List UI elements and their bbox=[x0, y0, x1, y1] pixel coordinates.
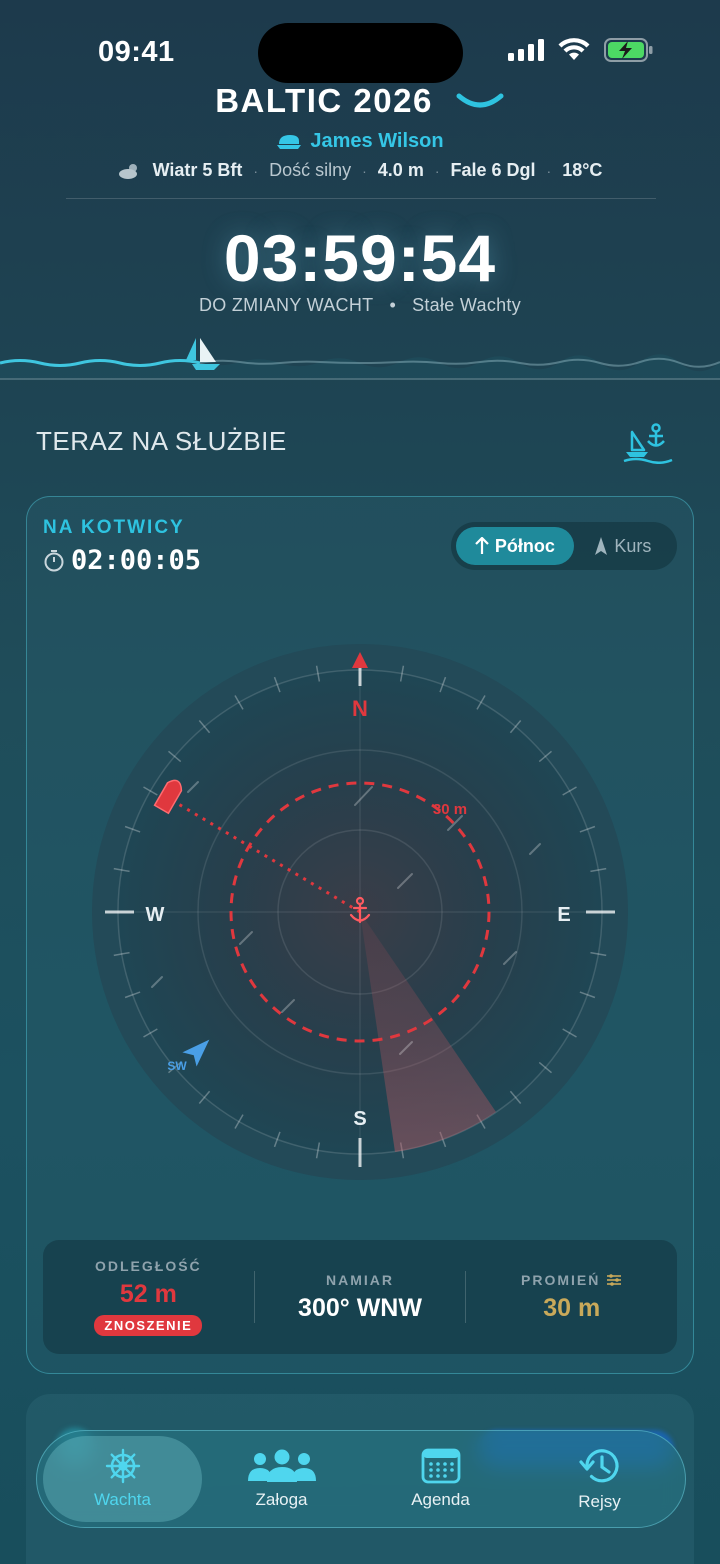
arrow-up-icon bbox=[475, 537, 489, 554]
chevron-down-icon bbox=[456, 93, 504, 108]
stat-distance-label: ODLEGŁOŚĆ bbox=[95, 1258, 202, 1274]
status-time: 09:41 bbox=[98, 36, 175, 68]
toggle-north[interactable]: Północ bbox=[456, 527, 574, 565]
countdown-label: DO ZMIANY WACHT bbox=[198, 295, 374, 315]
stat-distance-value: 52 m bbox=[119, 1280, 177, 1308]
orientation-toggle: Północ Kurs bbox=[451, 522, 677, 570]
stat-radius-value: 30 m bbox=[543, 1293, 601, 1322]
captain-row: James Wilson bbox=[0, 130, 720, 153]
signal-icon bbox=[508, 39, 544, 61]
separator-dot: • bbox=[389, 295, 397, 315]
section-title: TERAZ NA SŁUŻBIE bbox=[36, 426, 287, 456]
tab-wachta[interactable]: Wachta bbox=[43, 1436, 202, 1522]
trip-title: BALTIC 2026 bbox=[215, 82, 433, 119]
tab-rejsy[interactable]: Rejsy bbox=[520, 1436, 679, 1522]
captain-name: James Wilson bbox=[310, 130, 444, 152]
sea-wave-illustration bbox=[0, 338, 720, 380]
stat-bearing: NAMIAR 300° WNW bbox=[255, 1272, 466, 1323]
tab-agenda[interactable]: Agenda bbox=[361, 1436, 520, 1522]
stat-radius[interactable]: PROMIEŃ 30 m bbox=[466, 1272, 677, 1323]
course-arrow-icon bbox=[595, 537, 608, 555]
toggle-course[interactable]: Kurs bbox=[574, 527, 672, 565]
partly-cloudy-icon bbox=[118, 163, 137, 179]
anchor-status-label: NA KOTWICY bbox=[43, 517, 185, 538]
separator-dot: · bbox=[434, 162, 440, 179]
separator-dot: · bbox=[253, 162, 259, 179]
trip-selector[interactable]: BALTIC 2026 bbox=[0, 82, 720, 120]
anchor-elapsed: 02:00:05 bbox=[43, 545, 201, 576]
weather-temperature: 18°C bbox=[562, 160, 603, 180]
separator-dot: · bbox=[546, 162, 552, 179]
stat-bearing-value: 300° WNW bbox=[298, 1293, 422, 1322]
stat-bearing-label: NAMIAR bbox=[326, 1271, 394, 1288]
toggle-course-label: Kurs bbox=[614, 535, 652, 556]
tab-agenda-label: Agenda bbox=[411, 1490, 470, 1509]
toggle-north-label: Północ bbox=[494, 535, 555, 556]
weather-wind-desc: Dość silny bbox=[269, 160, 352, 180]
tab-rejsy-label: Rejsy bbox=[578, 1492, 621, 1511]
anchor-compass[interactable]: N E S W 30 m SW bbox=[90, 642, 630, 1182]
countdown-caption: DO ZMIANY WACHT • Stałe Wachty bbox=[0, 295, 720, 316]
tab-zaloga-label: Załoga bbox=[255, 1490, 308, 1509]
separator-dot: · bbox=[362, 162, 367, 179]
calendar-icon bbox=[421, 1448, 460, 1484]
status-icons bbox=[508, 38, 654, 62]
watch-mode: Stałe Wachty bbox=[412, 295, 522, 315]
tab-wachta-label: Wachta bbox=[93, 1490, 151, 1509]
wind-label: SW bbox=[167, 1059, 187, 1073]
tab-bar: Wachta Załoga Agenda Rejsy bbox=[36, 1430, 686, 1528]
weather-waves: Fale 6 Dgl bbox=[450, 160, 536, 180]
compass-n: N bbox=[352, 696, 368, 721]
ship-wheel-icon bbox=[105, 1448, 140, 1484]
compass-w: W bbox=[146, 904, 165, 926]
watch-countdown: 03:59:54 bbox=[223, 221, 497, 295]
stat-radius-label: PROMIEŃ bbox=[521, 1271, 601, 1288]
crew-icon bbox=[247, 1449, 316, 1482]
stat-radius-header: PROMIEŃ bbox=[521, 1272, 622, 1288]
battery-icon bbox=[604, 38, 653, 62]
weather-summary: Wiatr 5 Bft · Dość silny · 4.0 m · Fale … bbox=[0, 160, 720, 181]
weather-wave-height: 4.0 m bbox=[377, 160, 424, 180]
dynamic-island bbox=[258, 23, 463, 83]
sliders-icon bbox=[607, 1273, 622, 1286]
stat-distance: ODLEGŁOŚĆ 52 m ZNOSZENIE bbox=[43, 1258, 254, 1336]
tab-zaloga[interactable]: Załoga bbox=[202, 1436, 361, 1522]
radius-label: 30 m bbox=[433, 801, 467, 818]
stopwatch-icon bbox=[44, 549, 64, 571]
anchor-stats-panel: ODLEGŁOŚĆ 52 m ZNOSZENIE NAMIAR 300° WNW… bbox=[43, 1240, 677, 1354]
compass-e: E bbox=[557, 904, 570, 926]
anchor-boat-icon[interactable] bbox=[622, 422, 674, 464]
compass-s: S bbox=[353, 1108, 366, 1130]
captain-hat-icon bbox=[277, 134, 302, 149]
history-icon bbox=[578, 1449, 619, 1483]
weather-wind: Wiatr 5 Bft bbox=[152, 160, 243, 180]
header-divider bbox=[66, 198, 656, 199]
drift-badge: ZNOSZENIE bbox=[94, 1315, 203, 1336]
wifi-icon bbox=[558, 38, 590, 60]
anchor-elapsed-time: 02:00:05 bbox=[71, 545, 202, 576]
header-bottom-line bbox=[0, 378, 720, 380]
